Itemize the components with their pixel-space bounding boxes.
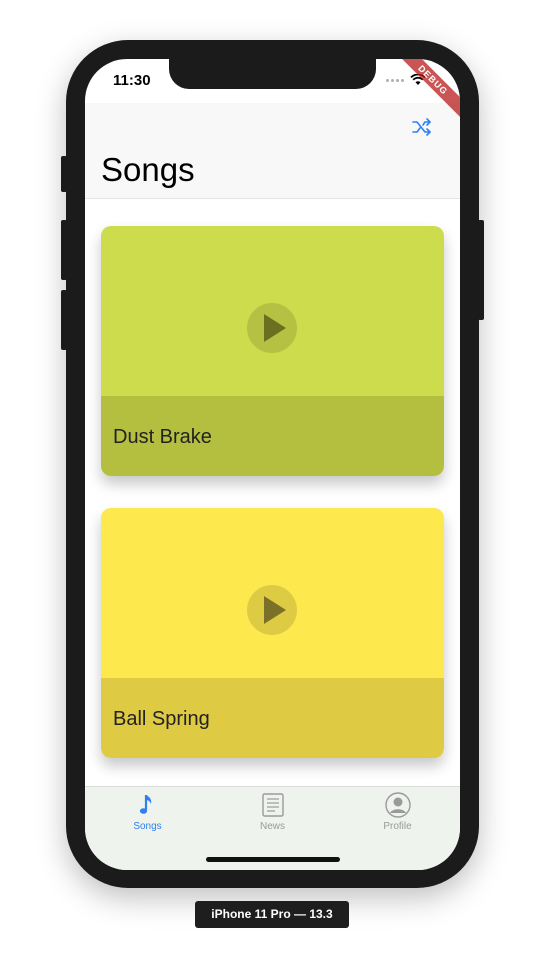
- phone-screen: 11:30 DEBUG Songs Dust Brake Ball Spring…: [85, 59, 460, 870]
- tab-label: News: [259, 821, 285, 832]
- song-card[interactable]: Ball Spring: [101, 508, 444, 758]
- home-indicator[interactable]: [206, 857, 340, 862]
- song-info-bar: Dust Brake: [101, 396, 444, 476]
- power-button: [478, 220, 484, 320]
- tab-bar: Songs News Profile: [85, 786, 460, 870]
- volume-up-button: [61, 220, 67, 280]
- signal-icon: [386, 78, 404, 82]
- play-icon: [264, 314, 286, 342]
- news-icon: [261, 793, 284, 817]
- tab-profile[interactable]: Profile: [335, 791, 460, 839]
- profile-icon: [384, 792, 411, 818]
- status-time: 11:30: [113, 72, 151, 89]
- device-label: iPhone 11 Pro — 13.3: [195, 901, 349, 928]
- play-button[interactable]: [247, 585, 297, 635]
- song-list: Dust Brake Ball Spring: [85, 199, 460, 787]
- silent-switch: [61, 156, 67, 192]
- music-note-icon: [139, 795, 151, 814]
- shuffle-icon[interactable]: [410, 115, 434, 139]
- song-info-bar: Ball Spring: [101, 678, 444, 758]
- play-button[interactable]: [247, 303, 297, 353]
- volume-down-button: [61, 290, 67, 350]
- tab-label: Songs: [133, 821, 162, 832]
- song-card[interactable]: Dust Brake: [101, 226, 444, 476]
- tab-news[interactable]: News: [210, 791, 335, 839]
- tab-label: Profile: [383, 821, 412, 832]
- song-title: Ball Spring: [113, 708, 210, 730]
- play-icon: [264, 596, 286, 624]
- song-title: Dust Brake: [113, 426, 212, 448]
- page-title: Songs: [101, 151, 195, 188]
- notch: [169, 59, 376, 89]
- tab-songs[interactable]: Songs: [85, 791, 210, 839]
- navigation-bar: Songs: [85, 103, 460, 199]
